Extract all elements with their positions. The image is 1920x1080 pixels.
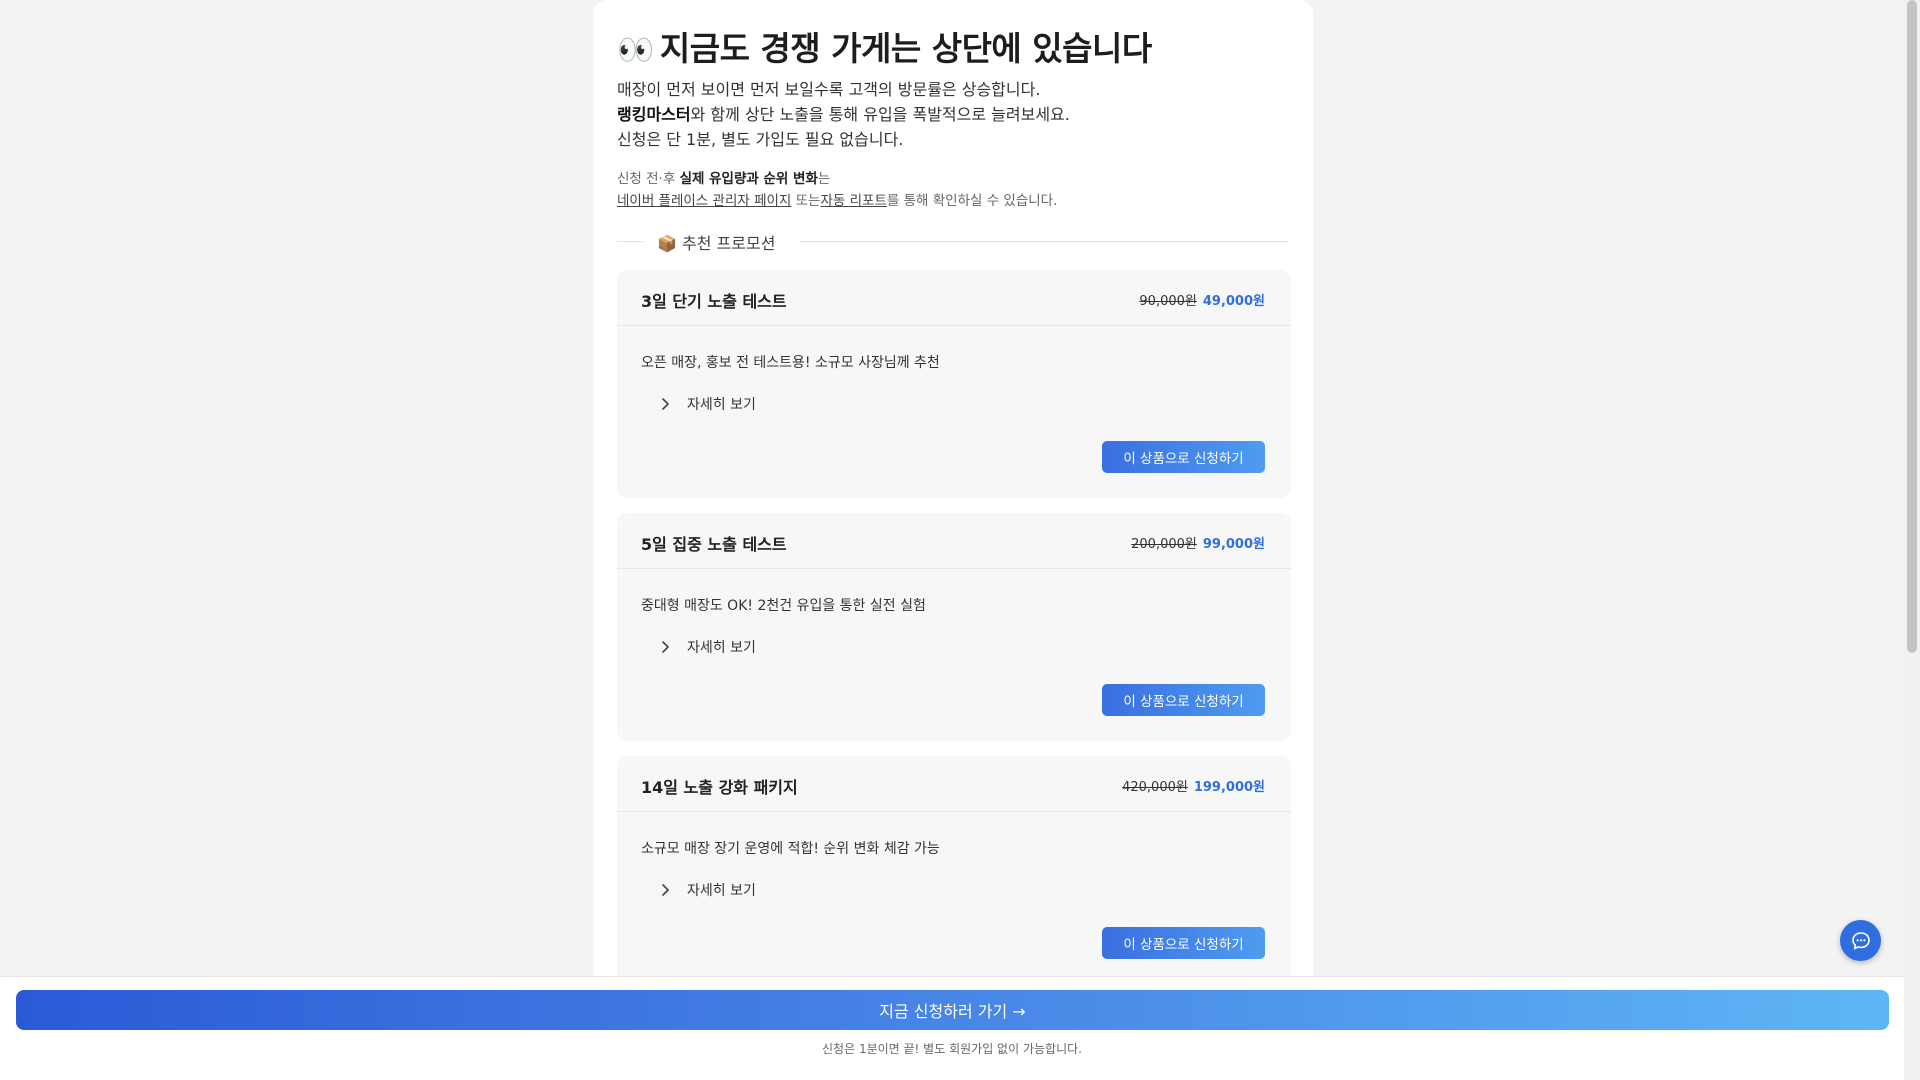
intro-line-2: 랭킹마스터와 함께 상단 노출을 통해 유입을 폭발적으로 늘려보세요.: [617, 102, 1289, 127]
scrollbar-thumb[interactable]: [1907, 0, 1917, 653]
apply-product-button[interactable]: 이 상품으로 신청하기: [1102, 684, 1265, 716]
promotion-card: 3일 단기 노출 테스트 90,000원 49,000원 오픈 매장, 홍보 전 …: [617, 270, 1291, 498]
note-line-2: 네이버 플레이스 관리자 페이지 또는자동 리포트를 통해 확인하실 수 있습니…: [617, 190, 1289, 212]
card-title: 3일 단기 노출 테스트: [641, 292, 787, 311]
card-description: 소규모 매장 장기 운영에 적합! 순위 변화 체감 가능: [641, 841, 940, 857]
details-toggle[interactable]: 자세히 보기: [657, 880, 756, 900]
intro-line-2-text: 와 함께 상단 노출을 통해 유입을 폭발적으로 늘려보세요.: [690, 105, 1070, 124]
section-divider: 📦 추천 프로모션: [617, 228, 1289, 254]
details-label: 자세히 보기: [687, 640, 756, 656]
card-title: 14일 노출 강화 패키지: [641, 778, 798, 797]
eyes-emoji-icon: 👀: [617, 33, 654, 68]
chat-bubble-icon: [1851, 931, 1870, 949]
card-price: 420,000원 199,000원: [1122, 776, 1265, 795]
original-price: 420,000원: [1122, 780, 1188, 795]
package-icon: 📦: [657, 234, 677, 253]
original-price: 200,000원: [1131, 537, 1197, 552]
details-toggle[interactable]: 자세히 보기: [657, 394, 756, 414]
verification-note: 신청 전·후 실제 유입량과 순위 변화는 네이버 플레이스 관리자 페이지 또…: [617, 168, 1289, 212]
note-prefix: 신청 전·후: [617, 171, 680, 187]
note-suffix: 는: [817, 171, 831, 187]
promotion-card: 5일 집중 노출 테스트 200,000원 99,000원 중대형 매장도 OK!…: [617, 513, 1291, 741]
note-end: 를 통해 확인하실 수 있습니다.: [886, 193, 1058, 209]
apply-product-button[interactable]: 이 상품으로 신청하기: [1102, 927, 1265, 959]
card-title: 5일 집중 노출 테스트: [641, 535, 787, 554]
sale-price: 99,000원: [1202, 537, 1265, 552]
card-price: 200,000원 99,000원: [1131, 533, 1265, 552]
divider-line-right: [799, 241, 1289, 242]
apply-product-button[interactable]: 이 상품으로 신청하기: [1102, 441, 1265, 473]
apply-subtext: 신청은 1분이면 끝! 별도 회원가입 없이 가능합니다.: [822, 1042, 1082, 1056]
chevron-right-icon: [662, 398, 669, 410]
divider-line-left: [617, 241, 643, 242]
chevron-right-icon: [662, 884, 669, 896]
sale-price: 49,000원: [1202, 294, 1265, 309]
chat-button[interactable]: [1840, 920, 1881, 961]
note-line-1: 신청 전·후 실제 유입량과 순위 변화는: [617, 168, 1289, 190]
vertical-scrollbar[interactable]: [1904, 0, 1920, 1080]
note-mid: 또는: [791, 193, 821, 209]
brand-name: 랭킹마스터: [617, 105, 691, 124]
intro-line-1: 매장이 먼저 보이면 먼저 보일수록 고객의 방문률은 상승합니다.: [617, 80, 1041, 99]
card-header: 3일 단기 노출 테스트 90,000원 49,000원: [617, 270, 1291, 326]
main-content-panel: 👀 지금도 경쟁 가게는 상단에 있습니다 매장이 먼저 보이면 먼저 보일수록 …: [593, 0, 1313, 1080]
intro-line-3: 신청은 단 1분, 별도 가입도 필요 없습니다.: [617, 130, 904, 149]
details-label: 자세히 보기: [687, 397, 756, 413]
card-description: 오픈 매장, 홍보 전 테스트용! 소규모 사장님께 추천: [641, 355, 940, 371]
section-heading-text: 추천 프로모션: [682, 234, 776, 253]
card-description: 중대형 매장도 OK! 2천건 유입을 통한 실전 실험: [641, 598, 926, 614]
card-header: 14일 노출 강화 패키지 420,000원 199,000원: [617, 756, 1291, 812]
section-heading: 📦 추천 프로모션: [657, 230, 775, 254]
details-label: 자세히 보기: [687, 883, 756, 899]
details-toggle[interactable]: 자세히 보기: [657, 637, 756, 657]
chevron-right-icon: [662, 641, 669, 653]
intro-text: 매장이 먼저 보이면 먼저 보일수록 고객의 방문률은 상승합니다. 랭킹마스터…: [617, 77, 1289, 152]
card-header: 5일 집중 노출 테스트 200,000원 99,000원: [617, 513, 1291, 569]
sticky-bottom-bar: 지금 신청하러 가기 → 신청은 1분이면 끝! 별도 회원가입 없이 가능합니…: [0, 976, 1904, 1080]
sale-price: 199,000원: [1193, 780, 1265, 795]
original-price: 90,000원: [1139, 294, 1197, 309]
auto-report-link[interactable]: 자동 리포트: [820, 193, 886, 209]
card-price: 90,000원 49,000원: [1139, 290, 1265, 309]
page-title-text: 지금도 경쟁 가게는 상단에 있습니다: [659, 29, 1152, 68]
page-title: 👀 지금도 경쟁 가게는 상단에 있습니다: [617, 22, 1152, 70]
note-bold: 실제 유입량과 순위 변화: [679, 171, 818, 187]
naver-place-admin-link[interactable]: 네이버 플레이스 관리자 페이지: [617, 193, 791, 209]
apply-now-button[interactable]: 지금 신청하러 가기 →: [16, 990, 1889, 1030]
promotion-card: 14일 노출 강화 패키지 420,000원 199,000원 소규모 매장 장기…: [617, 756, 1291, 984]
